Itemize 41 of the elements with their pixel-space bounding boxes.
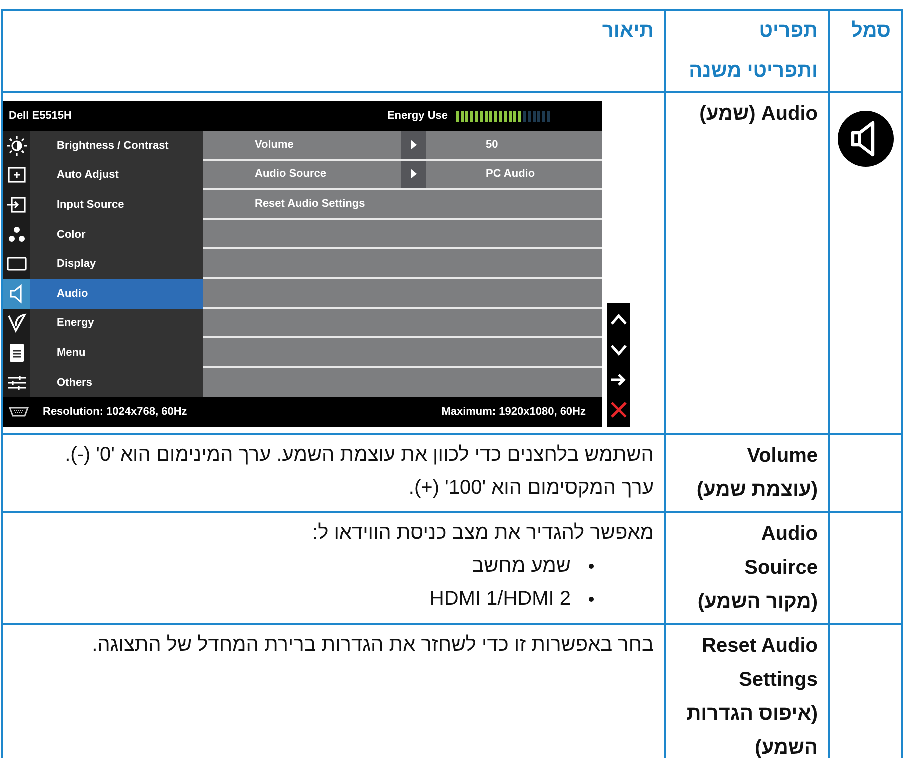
osd-menu-item[interactable]: Energy (30, 308, 203, 338)
osd-menu-item[interactable]: Brightness / Contrast (30, 131, 203, 161)
column-header: סמל (829, 10, 902, 92)
menu-name: Audio Souirce (מקור השמע) (696, 522, 819, 616)
auto-adjust-icon (6, 165, 26, 186)
menu-name: Audio (שמע) (698, 102, 819, 127)
description-text: השתמש בלחצנים כדי לכוון את עוצמת השמע. ערך המינימום הוא '0' (-). ערך המקסימום הוא '100' (+). (64, 443, 654, 502)
submenu-item[interactable]: Audio Source (203, 168, 401, 180)
input-icon (6, 194, 26, 215)
submenu-item[interactable]: Volume (203, 138, 401, 151)
osd-menu-item[interactable]: Audio (30, 278, 203, 309)
bullet-icon (589, 564, 594, 570)
right-triangle-icon (410, 140, 416, 150)
column-header: תפריט ותפריטי משנה (665, 10, 829, 92)
list-item: HDMI 1/HDMI 2 (430, 587, 571, 612)
maximum-resolution-text: Maximum: 1920x1080, 60Hz (442, 406, 586, 418)
osd-menu-item[interactable]: Auto Adjust (30, 160, 203, 190)
osd-menu-item[interactable]: Color (30, 220, 203, 250)
menu-name: Volume (עוצמת שמע) (696, 444, 819, 504)
column-header: תיאור (2, 10, 665, 92)
osd-menu-item[interactable]: Others (30, 368, 203, 398)
submenu-value: PC Audio (485, 168, 536, 180)
resolution-text: Resolution: 1024x768, 60Hz (43, 406, 188, 418)
osd-menu-item[interactable]: Menu (30, 338, 203, 368)
description-text: בחר באפשרות זו כדי לשחזר את הגדרות ברירת המחדל של התצוגה. (91, 633, 654, 658)
connector-icon (9, 407, 29, 418)
speaker-icon (838, 111, 894, 167)
submenu-item[interactable]: Reset Audio Settings (203, 198, 401, 210)
energy-icon (6, 313, 26, 334)
color-icon (6, 224, 26, 245)
osd-menu-item[interactable]: Input Source (30, 190, 203, 220)
close-icon[interactable] (610, 401, 628, 420)
submenu-value: 50 (485, 138, 498, 151)
energy-use-label: Energy Use (387, 110, 448, 122)
bullet-icon (589, 597, 594, 602)
brightness-icon (6, 136, 26, 156)
osd-menu-item[interactable]: Display (30, 249, 203, 279)
description-text: מאפשר להגדיר את מצב כניסת הווידאו ל: (312, 521, 654, 546)
list-item: שמע מחשב (472, 554, 571, 580)
osd-title: Dell E5515H (9, 110, 73, 122)
right-triangle-icon (410, 169, 416, 180)
